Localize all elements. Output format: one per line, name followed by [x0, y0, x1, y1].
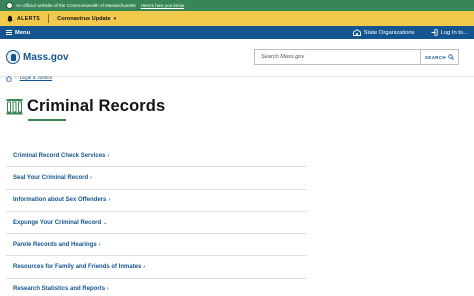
- breadcrumb: › Legal & Justice: [6, 76, 52, 82]
- menu-button[interactable]: Menu: [6, 30, 30, 36]
- login-label: Log In to...: [440, 29, 468, 36]
- search-button-label: SEARCH: [425, 54, 446, 60]
- search-input[interactable]: [255, 50, 421, 64]
- bell-icon: [7, 15, 13, 23]
- link-parole-records-and-hearings[interactable]: Parole Records and Hearings ›: [6, 234, 307, 257]
- seal-icon: [6, 2, 13, 9]
- login-icon: [431, 29, 438, 36]
- mass-gov-logo[interactable]: Mass.gov: [6, 50, 69, 64]
- menu-label: Menu: [15, 29, 31, 36]
- link-label: Expunge Your Criminal Record: [13, 219, 102, 226]
- how-you-know-link[interactable]: Here's how you know: [141, 3, 185, 8]
- breadcrumb-legal-justice[interactable]: Legal & Justice: [20, 76, 53, 81]
- link-label: Resources for Family and Friends of Inma…: [13, 264, 142, 271]
- search-bar: SEARCH: [254, 49, 459, 65]
- link-label: Parole Records and Hearings: [13, 241, 97, 248]
- chevron-right-icon: ›: [143, 264, 146, 271]
- state-organizations-button[interactable]: State Organizations: [352, 29, 415, 36]
- link-label: Research Statistics and Reports: [13, 286, 106, 293]
- alerts-divider: [48, 14, 50, 23]
- page-title: Criminal Records: [27, 97, 166, 115]
- chevron-right-icon: ›: [98, 241, 101, 248]
- state-seal-icon: [6, 50, 20, 64]
- building-icon: [352, 29, 361, 36]
- link-criminal-record-check-services[interactable]: Criminal Record Check Services ›: [6, 145, 307, 168]
- alerts-bar: ALERTS Coronavirus Update ▾: [0, 11, 474, 26]
- site-header: Mass.gov SEARCH: [0, 39, 474, 77]
- search-button[interactable]: SEARCH: [420, 50, 458, 64]
- breadcrumb-separator: ›: [15, 76, 17, 82]
- link-label: Criminal Record Check Services: [13, 152, 106, 159]
- link-information-about-sex-offenders[interactable]: Information about Sex Offenders ›: [6, 190, 307, 212]
- state-organizations-label: State Organizations: [363, 29, 415, 36]
- link-expunge-your-criminal-record[interactable]: Expunge Your Criminal Record ⌄: [6, 212, 307, 235]
- hamburger-icon: [6, 30, 12, 35]
- link-seal-your-criminal-record[interactable]: Seal Your Criminal Record ›: [6, 167, 307, 190]
- login-button[interactable]: Log In to...: [431, 29, 468, 36]
- official-text: An official website of the Commonwealth …: [16, 3, 136, 8]
- link-label: Information about Sex Offenders: [13, 197, 107, 204]
- title-underline: [28, 119, 66, 121]
- link-research-statistics-and-reports[interactable]: Research Statistics and Reports ›: [6, 279, 307, 296]
- chevron-right-icon: ›: [90, 174, 92, 181]
- home-icon[interactable]: [6, 76, 12, 82]
- chevron-right-icon: ›: [107, 286, 109, 293]
- records-icon: [6, 99, 23, 115]
- alerts-label: ALERTS: [17, 15, 41, 22]
- page-title-block: Criminal Records: [6, 97, 165, 116]
- chevron-right-icon: ›: [108, 197, 111, 204]
- search-icon: [448, 54, 454, 60]
- logo-text: Mass.gov: [23, 51, 69, 63]
- link-resources-family-friends-inmates[interactable]: Resources for Family and Friends of Inma…: [6, 256, 307, 279]
- chevron-down-icon: ⌄: [103, 219, 108, 226]
- coronavirus-update-toggle[interactable]: Coronavirus Update ▾: [57, 16, 116, 22]
- top-nav: Menu State Organizations Log In to...: [0, 26, 474, 39]
- official-banner: An official website of the Commonwealth …: [0, 0, 474, 11]
- link-label: Seal Your Criminal Record: [13, 174, 89, 181]
- chevron-right-icon: ›: [107, 152, 110, 159]
- chevron-down-icon: ▾: [113, 15, 117, 22]
- coronavirus-update-label: Coronavirus Update: [57, 15, 111, 22]
- records-links-list: Criminal Record Check Services › Seal Yo…: [6, 145, 307, 296]
